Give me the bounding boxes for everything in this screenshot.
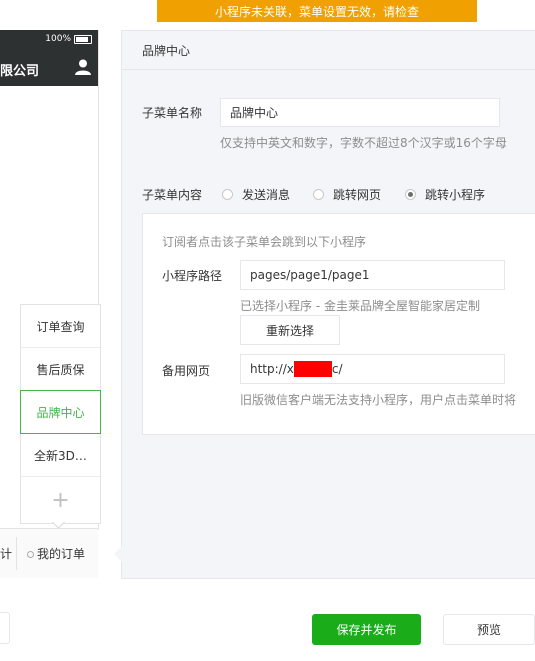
radio-checked-icon bbox=[405, 189, 416, 200]
radio-circle-icon bbox=[313, 189, 324, 200]
phone-account-title: 限公司 bbox=[0, 64, 40, 79]
selected-miniprogram-hint: 已选择小程序 - 金圭莱品牌全屋智能家居定制 bbox=[240, 299, 480, 313]
submenu-name-label: 子菜单名称 bbox=[142, 106, 203, 120]
panel-pointer bbox=[114, 546, 122, 562]
submenu-item-order-query[interactable]: 订单查询 bbox=[21, 305, 100, 348]
battery-percent: 100% bbox=[45, 34, 71, 44]
add-submenu-icon[interactable]: + bbox=[21, 477, 100, 523]
battery-icon bbox=[74, 34, 92, 44]
submenu-name-hint: 仅支持中英文和数字，字数不超过8个汉字或16个字母 bbox=[220, 136, 507, 150]
preview-button[interactable]: 预览 bbox=[443, 614, 535, 645]
radio-label: 发送消息 bbox=[242, 188, 291, 202]
submenu-name-input[interactable] bbox=[220, 98, 500, 127]
miniprogram-path-input[interactable]: pages/page1/page1 bbox=[240, 260, 505, 290]
backup-url-prefix: http://x bbox=[250, 362, 294, 376]
submenu-item-3d[interactable]: 全新3D… bbox=[21, 434, 100, 477]
user-icon[interactable] bbox=[74, 58, 92, 76]
submenu-dot-icon bbox=[27, 551, 34, 558]
footer-left-button[interactable] bbox=[0, 612, 10, 644]
submenu-content-label: 子菜单内容 bbox=[142, 188, 203, 202]
backup-url-label: 备用网页 bbox=[162, 364, 211, 378]
battery-indicator: 100% bbox=[45, 34, 92, 44]
reselect-button[interactable]: 重新选择 bbox=[240, 315, 340, 345]
backup-url-input[interactable]: http://x c/ bbox=[240, 354, 505, 384]
phone-menubar: 计 我的订单 bbox=[0, 528, 98, 578]
menu-item-prev[interactable]: 计 bbox=[0, 545, 12, 562]
submenu-popup: 订单查询 售后质保 品牌中心 全新3D… + bbox=[20, 304, 101, 524]
redaction-mark bbox=[293, 361, 332, 377]
editor-title: 品牌中心 bbox=[142, 44, 191, 58]
radio-label: 跳转小程序 bbox=[425, 188, 486, 202]
backup-url-hint: 旧版微信客户端无法支持小程序，用户点击菜单时将 bbox=[240, 393, 517, 407]
save-publish-button[interactable]: 保存并发布 bbox=[312, 614, 421, 645]
radio-label: 跳转网页 bbox=[333, 188, 382, 202]
radio-jump-webpage[interactable]: 跳转网页 bbox=[313, 186, 381, 203]
miniprogram-path-label: 小程序路径 bbox=[162, 269, 223, 283]
submenu-item-after-sales[interactable]: 售后质保 bbox=[21, 348, 100, 391]
menu-divider bbox=[16, 537, 17, 570]
backup-url-suffix: c/ bbox=[331, 362, 343, 376]
warning-banner: 小程序未关联，菜单设置无效，请检查 bbox=[157, 0, 477, 22]
phone-header: 100% 限公司 bbox=[0, 30, 98, 86]
radio-circle-icon bbox=[222, 189, 233, 200]
radio-jump-miniprogram[interactable]: 跳转小程序 bbox=[405, 186, 485, 203]
miniprogram-description: 订阅者点击该子菜单会跳到以下小程序 bbox=[162, 235, 367, 249]
submenu-item-brand-center[interactable]: 品牌中心 bbox=[20, 390, 101, 434]
radio-send-message[interactable]: 发送消息 bbox=[222, 186, 290, 203]
menu-item-my-orders[interactable]: 我的订单 bbox=[37, 545, 85, 562]
divider bbox=[121, 69, 535, 70]
